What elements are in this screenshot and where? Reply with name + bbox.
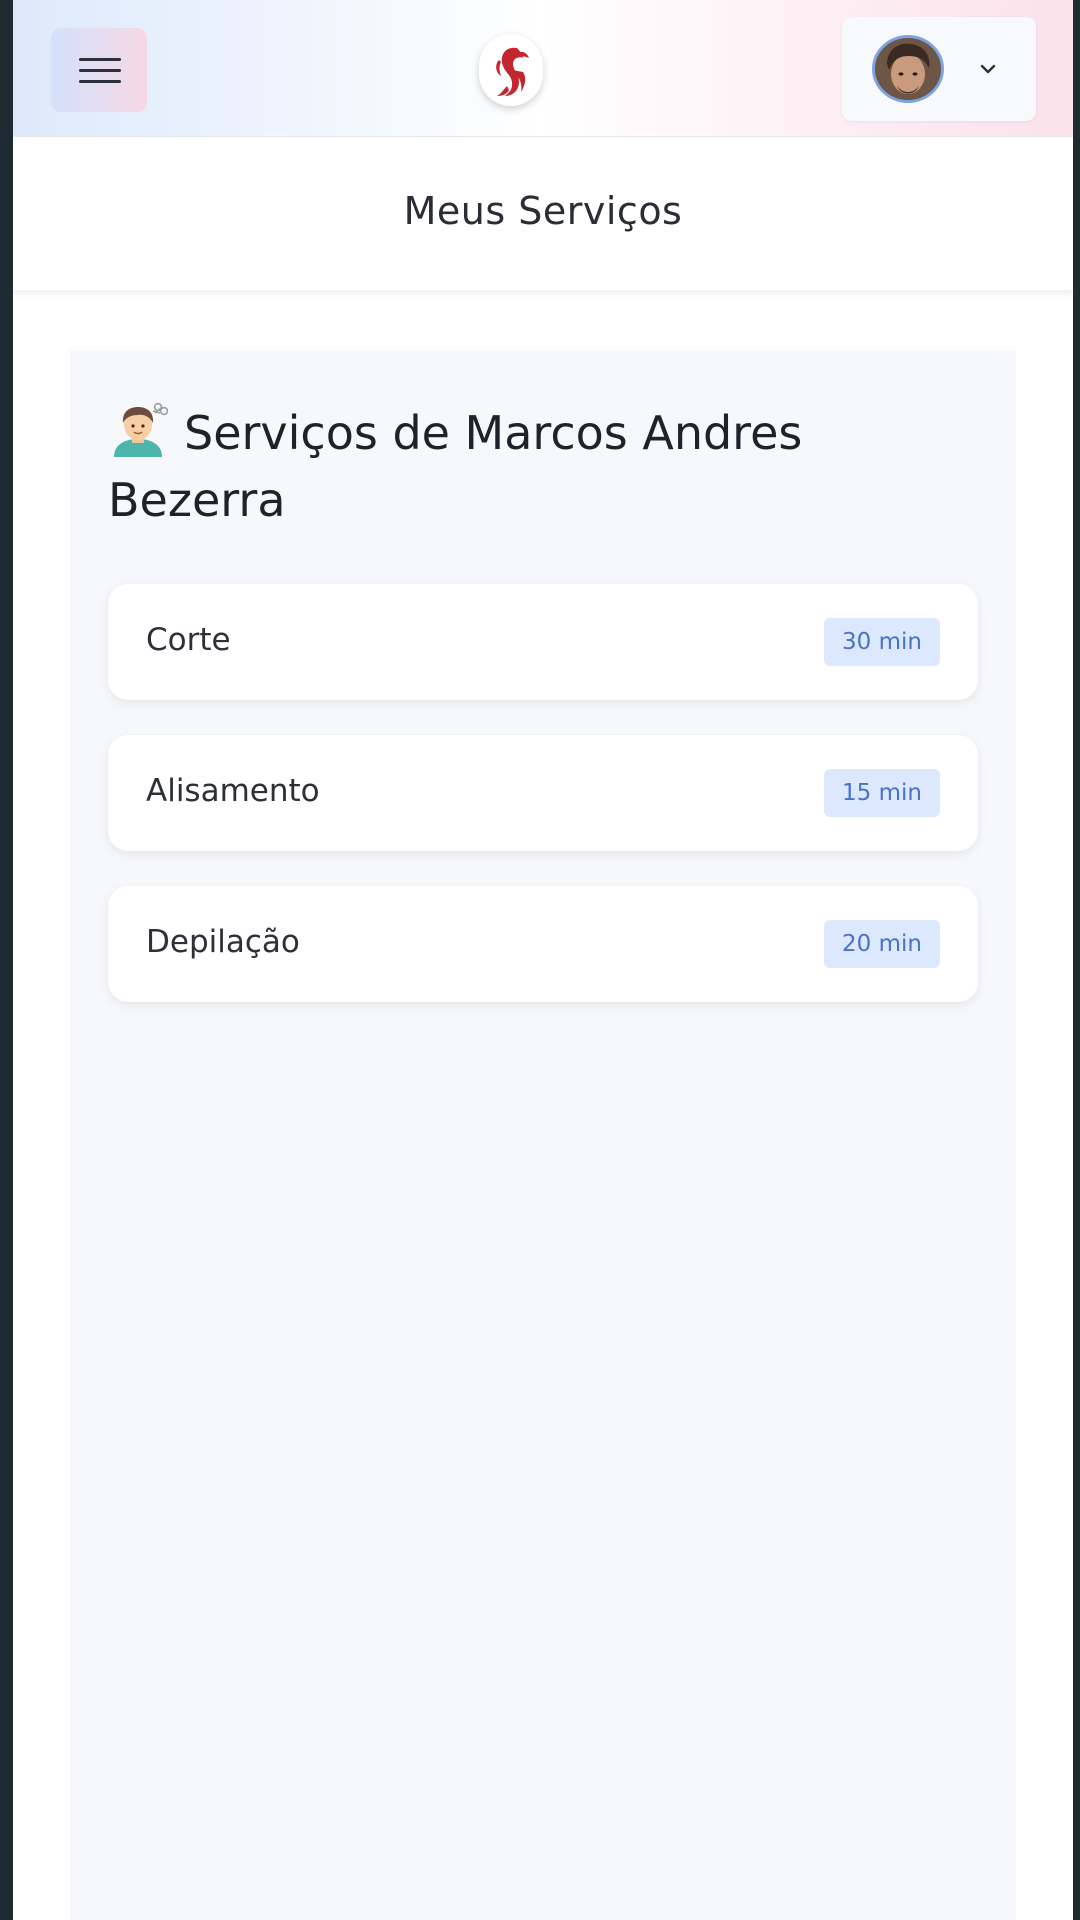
page-title: Meus Serviços: [403, 189, 683, 233]
services-heading: Serviços de Marcos Andres Bezerra: [108, 400, 988, 534]
duration-badge: 30 min: [824, 618, 940, 666]
service-name: Alisamento: [146, 773, 320, 809]
app-frame: Meus Serviços Serviços de Marcos Andres …: [13, 0, 1073, 1920]
duration-badge: 20 min: [824, 920, 940, 968]
service-card-alisamento[interactable]: Alisamento 15 min: [108, 735, 978, 851]
service-card-corte[interactable]: Corte 30 min: [108, 584, 978, 700]
service-card-depilacao[interactable]: Depilação 20 min: [108, 886, 978, 1002]
service-name: Corte: [146, 622, 231, 658]
profile-menu-button[interactable]: [842, 17, 1036, 121]
chevron-down-icon: [980, 64, 996, 74]
user-avatar: [872, 35, 944, 103]
services-panel: Serviços de Marcos Andres Bezerra Corte …: [70, 350, 1016, 1920]
barber-haircut-icon: [108, 401, 169, 457]
services-heading-text: Serviços de Marcos Andres Bezerra: [108, 406, 803, 527]
service-name: Depilação: [146, 924, 300, 960]
top-header: [13, 0, 1073, 137]
salon-logo-icon[interactable]: [479, 34, 543, 106]
page-title-bar: Meus Serviços: [13, 137, 1073, 290]
menu-button[interactable]: [51, 28, 147, 112]
duration-badge: 15 min: [824, 769, 940, 817]
